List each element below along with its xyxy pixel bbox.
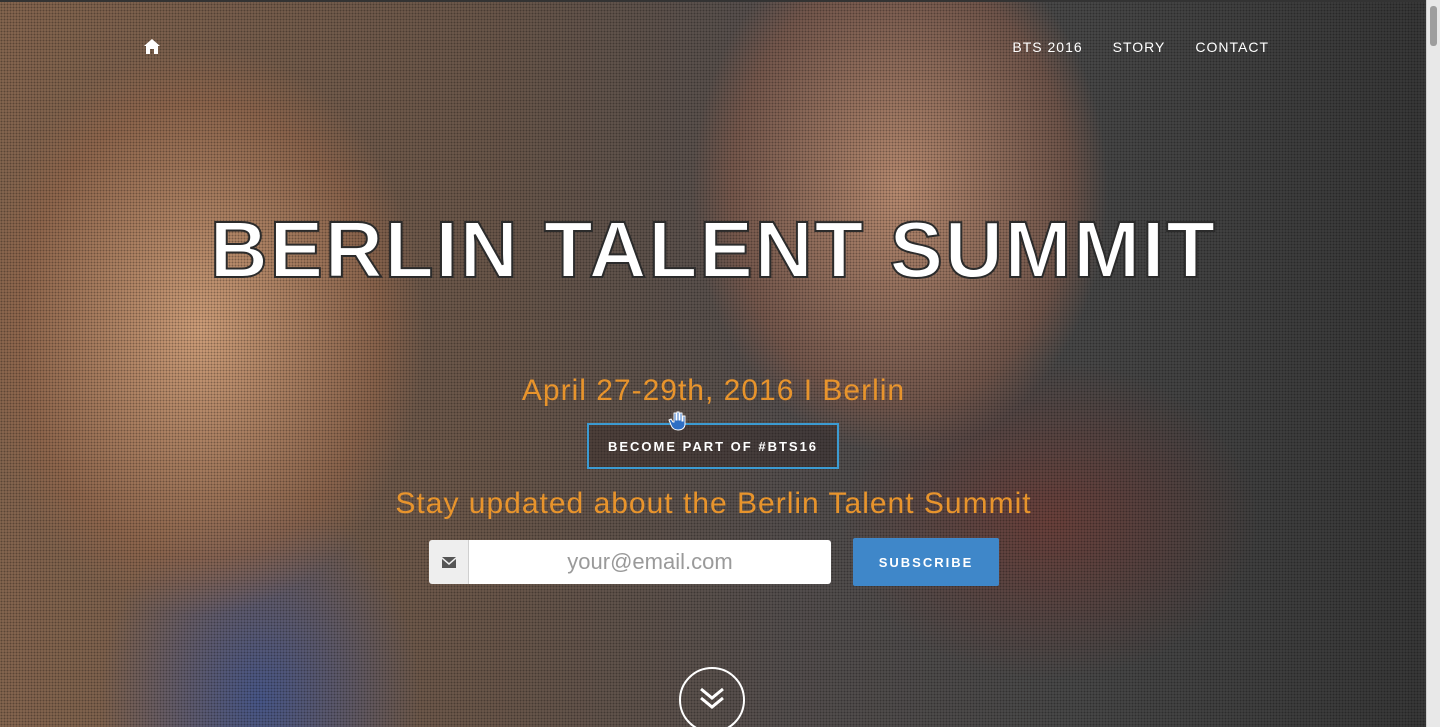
nav-link-bts-2016[interactable]: BTS 2016	[1012, 39, 1082, 55]
page: BTS 2016 STORY CONTACT BERLIN TALENT SUM…	[0, 0, 1440, 727]
home-icon[interactable]	[144, 39, 160, 54]
nav-link-story[interactable]: STORY	[1113, 39, 1166, 55]
email-field[interactable]	[469, 540, 831, 584]
subscribe-heading: Stay updated about the Berlin Talent Sum…	[395, 487, 1032, 520]
become-part-button[interactable]: BECOME PART OF #BTS16	[587, 423, 839, 469]
double-chevron-down-icon	[699, 687, 725, 716]
envelope-icon	[429, 540, 469, 584]
hand-cursor-icon	[668, 411, 686, 431]
page-title: BERLIN TALENT SUMMIT	[209, 204, 1218, 295]
scroll-down-button[interactable]	[679, 667, 745, 727]
event-date-location: April 27-29th, 2016 I Berlin	[521, 374, 906, 407]
hero-dot-overlay	[0, 0, 1427, 727]
email-input-group	[429, 540, 831, 584]
scrollbar-thumb[interactable]	[1430, 6, 1437, 46]
nav-link-contact[interactable]: CONTACT	[1195, 39, 1269, 55]
navbar: BTS 2016 STORY CONTACT	[0, 0, 1427, 95]
subscribe-button[interactable]: SUBSCRIBE	[853, 538, 999, 586]
nav-links: BTS 2016 STORY CONTACT	[1012, 39, 1269, 55]
page-scrollbar[interactable]	[1426, 0, 1440, 727]
